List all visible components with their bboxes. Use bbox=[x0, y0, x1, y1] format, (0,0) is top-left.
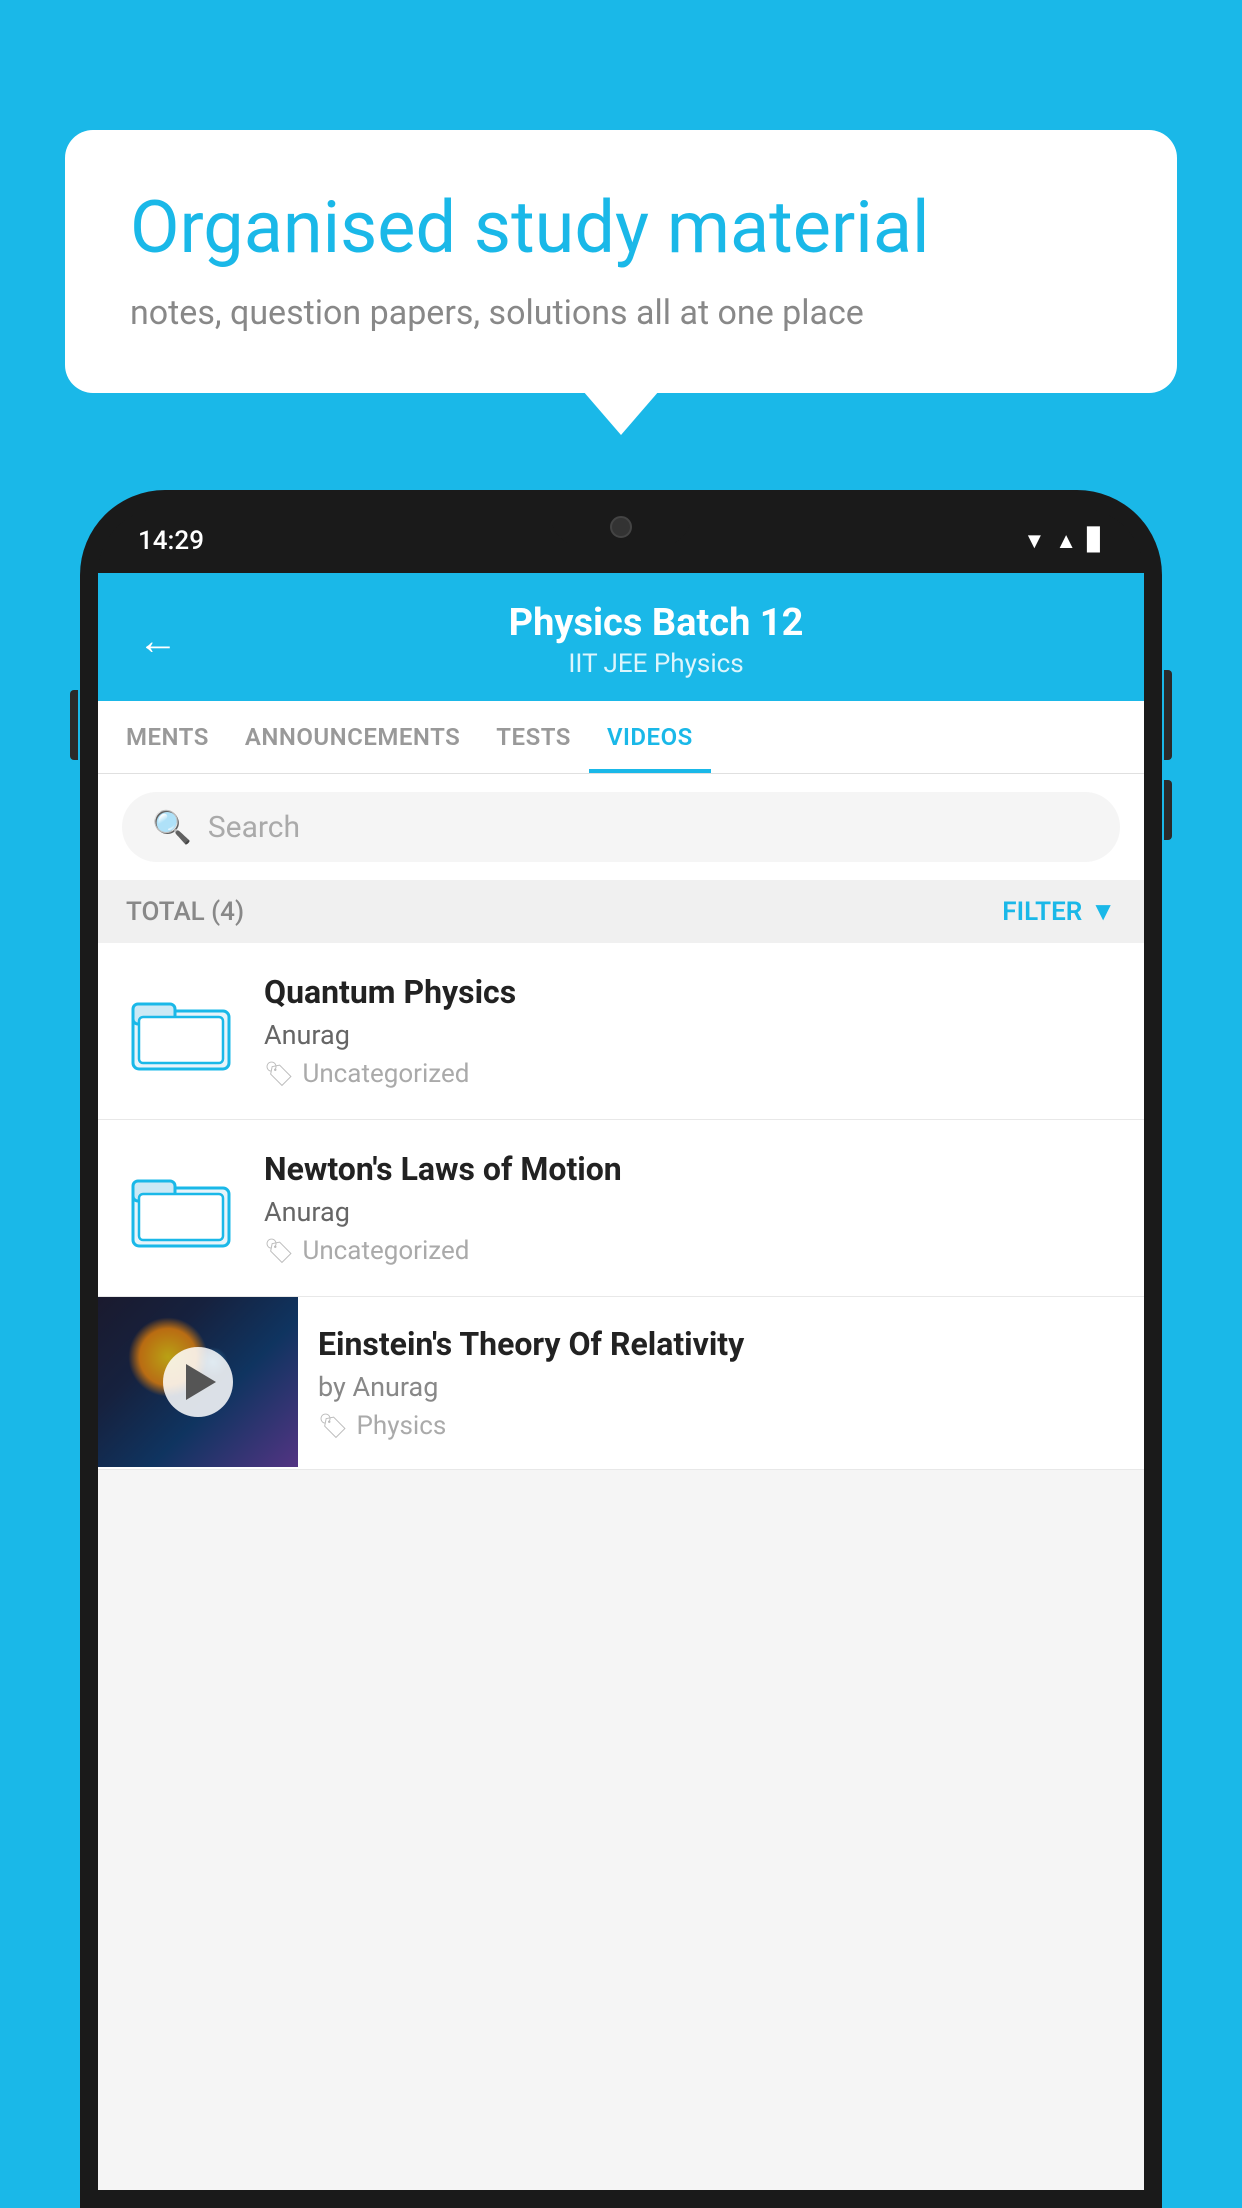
video-title-1: Quantum Physics bbox=[264, 973, 1116, 1011]
speech-bubble-subtitle: notes, question papers, solutions all at… bbox=[130, 293, 1112, 333]
wifi-icon: ▼ bbox=[1024, 528, 1046, 554]
speech-bubble: Organised study material notes, question… bbox=[65, 130, 1177, 393]
tag-icon-3: 🏷 bbox=[318, 1412, 348, 1440]
phone-outer: 14:29 ▼ ▲ ▊ ← Physics Batch 12 IIT JEE P… bbox=[80, 490, 1162, 2208]
app-header: ← Physics Batch 12 IIT JEE Physics bbox=[98, 573, 1144, 701]
total-count: TOTAL (4) bbox=[126, 897, 244, 927]
tabs-container: MENTS ANNOUNCEMENTS TESTS VIDEOS bbox=[98, 701, 1144, 774]
speech-bubble-container: Organised study material notes, question… bbox=[65, 130, 1177, 393]
video-thumbnail-3 bbox=[98, 1297, 298, 1467]
tab-videos[interactable]: VIDEOS bbox=[589, 701, 711, 773]
tab-announcements[interactable]: ANNOUNCEMENTS bbox=[227, 701, 478, 773]
video-folder-icon-1 bbox=[126, 986, 236, 1076]
search-container: 🔍 Search bbox=[98, 774, 1144, 880]
play-button[interactable] bbox=[163, 1347, 233, 1417]
signal-icon: ▲ bbox=[1055, 528, 1077, 554]
filter-icon: ▼ bbox=[1090, 896, 1116, 927]
batch-subtitle: IIT JEE Physics bbox=[208, 649, 1104, 679]
header-center: Physics Batch 12 IIT JEE Physics bbox=[208, 601, 1104, 679]
list-item[interactable]: Quantum Physics Anurag 🏷 Uncategorized bbox=[98, 943, 1144, 1120]
phone-screen: ← Physics Batch 12 IIT JEE Physics MENTS… bbox=[98, 573, 1144, 2190]
back-button[interactable]: ← bbox=[138, 617, 178, 664]
phone-side-button-right-1 bbox=[1164, 670, 1172, 760]
tag-icon-2: 🏷 bbox=[264, 1237, 294, 1265]
video-author-1: Anurag bbox=[264, 1019, 1116, 1051]
filter-button[interactable]: FILTER ▼ bbox=[1002, 896, 1116, 927]
video-folder-icon-2 bbox=[126, 1163, 236, 1253]
video-info-1: Quantum Physics Anurag 🏷 Uncategorized bbox=[264, 973, 1116, 1089]
phone-notch bbox=[551, 508, 691, 546]
search-bar[interactable]: 🔍 Search bbox=[122, 792, 1120, 862]
video-list: Quantum Physics Anurag 🏷 Uncategorized bbox=[98, 943, 1144, 1470]
search-placeholder: Search bbox=[208, 810, 300, 845]
video-author-3: by Anurag bbox=[318, 1371, 1124, 1403]
battery-icon: ▊ bbox=[1087, 528, 1104, 553]
video-title-2: Newton's Laws of Motion bbox=[264, 1150, 1116, 1188]
video-title-3: Einstein's Theory Of Relativity bbox=[318, 1325, 1124, 1363]
video-info-3: Einstein's Theory Of Relativity by Anura… bbox=[298, 1297, 1144, 1469]
list-item[interactable]: Einstein's Theory Of Relativity by Anura… bbox=[98, 1297, 1144, 1470]
video-info-2: Newton's Laws of Motion Anurag 🏷 Uncateg… bbox=[264, 1150, 1116, 1266]
speech-bubble-title: Organised study material bbox=[130, 185, 1112, 271]
status-time: 14:29 bbox=[138, 526, 204, 556]
tab-ments[interactable]: MENTS bbox=[108, 701, 227, 773]
batch-title: Physics Batch 12 bbox=[208, 601, 1104, 645]
video-tag-3: 🏷 Physics bbox=[318, 1411, 1124, 1441]
play-icon bbox=[186, 1364, 216, 1400]
search-icon: 🔍 bbox=[152, 808, 192, 846]
phone-container: 14:29 ▼ ▲ ▊ ← Physics Batch 12 IIT JEE P… bbox=[80, 490, 1162, 2208]
tag-icon-1: 🏷 bbox=[264, 1060, 294, 1088]
phone-side-button-right-2 bbox=[1164, 780, 1172, 840]
status-bar: 14:29 ▼ ▲ ▊ bbox=[98, 508, 1144, 573]
phone-camera bbox=[610, 516, 632, 538]
tab-tests[interactable]: TESTS bbox=[478, 701, 589, 773]
phone-side-button-left bbox=[70, 690, 78, 760]
status-icons: ▼ ▲ ▊ bbox=[1024, 528, 1104, 554]
video-author-2: Anurag bbox=[264, 1196, 1116, 1228]
video-tag-1: 🏷 Uncategorized bbox=[264, 1059, 1116, 1089]
video-tag-2: 🏷 Uncategorized bbox=[264, 1236, 1116, 1266]
filter-label: FILTER bbox=[1002, 897, 1082, 927]
filter-bar: TOTAL (4) FILTER ▼ bbox=[98, 880, 1144, 943]
list-item[interactable]: Newton's Laws of Motion Anurag 🏷 Uncateg… bbox=[98, 1120, 1144, 1297]
